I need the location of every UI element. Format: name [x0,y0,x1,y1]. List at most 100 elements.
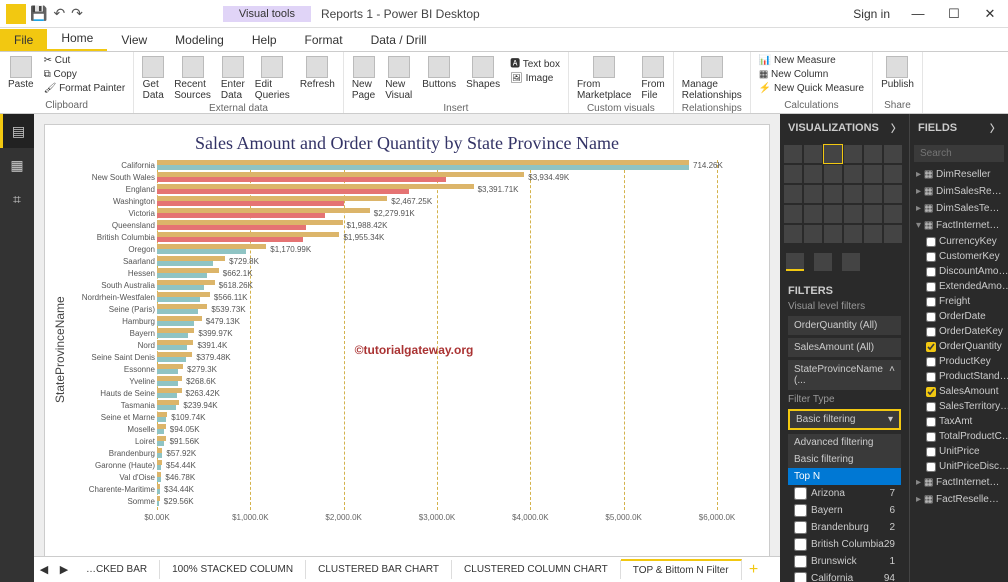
bar-row[interactable]: Seine Saint Denis$379.48K [157,352,751,363]
viz-type-icon[interactable] [864,145,882,163]
bar-row[interactable]: British Columbia$1,955.34K [157,232,751,243]
new-page-button[interactable]: New Page [350,54,377,103]
add-page-button[interactable]: + [742,561,766,579]
filter-value-checkbox[interactable] [794,521,807,534]
field-checkbox[interactable] [926,417,936,427]
field-item[interactable]: OrderDate [910,309,1008,324]
text-box-button[interactable]: 🅰 Text box [508,54,562,71]
tab-prev[interactable]: ◀ [34,563,54,576]
field-item[interactable]: TaxAmt [910,414,1008,429]
option-basic-filtering[interactable]: Basic filtering [788,451,901,468]
refresh-button[interactable]: Refresh [298,54,337,92]
viz-type-icon[interactable] [864,185,882,203]
filter-value-checkbox[interactable] [794,538,807,551]
viz-type-icon[interactable] [864,205,882,223]
table-item[interactable]: ▦ DimSalesTerritory [910,200,1008,217]
get-data-button[interactable]: Get Data [140,54,166,103]
tab-data-drill[interactable]: Data / Drill [357,29,441,51]
field-checkbox[interactable] [926,387,936,397]
option-advanced-filtering[interactable]: Advanced filtering [788,434,901,451]
bar-row[interactable]: Seine et Marne$109.74K [157,412,751,423]
field-item[interactable]: SalesTerritory… [910,399,1008,414]
bar-row[interactable]: Brandenburg$57.92K [157,448,751,459]
from-file-button[interactable]: From File [639,54,666,103]
filter-value-row[interactable]: California94 [788,570,901,582]
viz-type-icon[interactable] [884,225,902,243]
tab-modeling[interactable]: Modeling [161,29,238,51]
table-item[interactable]: ▦ DimReseller [910,166,1008,183]
filter-value-checkbox[interactable] [794,572,807,582]
filter-value-checkbox[interactable] [794,487,807,500]
copy-button[interactable]: ⧉ Copy [42,68,128,81]
viz-type-icon[interactable] [824,165,842,183]
paste-button[interactable]: Paste [6,54,36,92]
bar-row[interactable]: New South Wales$3,934.49K [157,172,751,183]
bar-row[interactable]: Seine (Paris)$539.73K [157,304,751,315]
viz-type-icon[interactable] [824,145,842,163]
filter-value-row[interactable]: Arizona7 [788,485,901,502]
tab-view[interactable]: View [107,29,161,51]
filter-salesamount[interactable]: SalesAmount (All) [788,338,901,357]
save-icon[interactable]: 💾 [30,5,47,22]
field-checkbox[interactable] [926,462,936,472]
bar-row[interactable]: Hauts de Seine$263.42K [157,388,751,399]
format-painter-button[interactable]: 🖌 Format Painter [42,82,128,95]
viz-type-icon[interactable] [844,185,862,203]
field-item[interactable]: CustomerKey [910,249,1008,264]
bar-row[interactable]: Essonne$279.3K [157,364,751,375]
bar-row[interactable]: California714.26K [157,160,751,171]
table-item[interactable]: ▦ FactInternetSalesRe… [910,474,1008,491]
viz-type-icon[interactable] [824,185,842,203]
bar-row[interactable]: Queensland$1,988.42K [157,220,751,231]
viz-type-icon[interactable] [884,205,902,223]
viz-type-icon[interactable] [884,145,902,163]
bar-row[interactable]: England$3,391.71K [157,184,751,195]
page-tab[interactable]: 100% STACKED COLUMN [160,560,306,579]
tab-next[interactable]: ▶ [54,563,74,576]
model-view-icon[interactable]: ⌗ [0,182,34,216]
field-checkbox[interactable] [926,237,936,247]
viz-type-icon[interactable] [784,165,802,183]
field-checkbox[interactable] [926,447,936,457]
field-item[interactable]: OrderDateKey [910,324,1008,339]
viz-type-icon[interactable] [804,225,822,243]
shapes-button[interactable]: Shapes [464,54,502,92]
new-column-button[interactable]: ▦ New Column [757,68,866,81]
field-item[interactable]: ProductKey [910,354,1008,369]
from-marketplace-button[interactable]: From Marketplace [575,54,633,103]
bar-row[interactable]: Bayern$399.97K [157,328,751,339]
field-checkbox[interactable] [926,357,936,367]
viz-type-icon[interactable] [844,225,862,243]
viz-type-icon[interactable] [784,145,802,163]
table-item[interactable]: ▦ DimSalesReason [910,183,1008,200]
field-checkbox[interactable] [926,312,936,322]
report-canvas[interactable]: Sales Amount and Order Quantity by State… [34,114,780,582]
viz-type-icon[interactable] [844,205,862,223]
table-item[interactable]: ▦ FactResellerSales [910,491,1008,508]
viz-type-icon[interactable] [804,205,822,223]
analytics-well-icon[interactable] [842,253,860,271]
bar-row[interactable]: Loiret$91.56K [157,436,751,447]
option-top-n[interactable]: Top N [788,468,901,485]
viz-type-icon[interactable] [784,185,802,203]
bar-row[interactable]: Hamburg$479.13K [157,316,751,327]
filter-stateprovincename[interactable]: StateProvinceName (...˄ [788,360,901,390]
tab-help[interactable]: Help [238,29,291,51]
fields-well-icon[interactable] [786,253,804,271]
filter-value-row[interactable]: Brunswick1 [788,553,901,570]
bar-row[interactable]: Nord$391.4K [157,340,751,351]
field-checkbox[interactable] [926,282,936,292]
filter-value-checkbox[interactable] [794,555,807,568]
field-item[interactable]: Freight [910,294,1008,309]
field-item[interactable]: CurrencyKey [910,234,1008,249]
field-item[interactable]: UnitPrice [910,444,1008,459]
page-tab[interactable]: CLUSTERED COLUMN CHART [452,560,621,579]
bar-row[interactable]: Saarland$729.8K [157,256,751,267]
undo-icon[interactable]: ↶ [53,5,65,22]
filter-orderquantity[interactable]: OrderQuantity (All) [788,316,901,335]
field-item[interactable]: ProductStand… [910,369,1008,384]
field-item[interactable]: OrderQuantity [910,339,1008,354]
viz-type-icon[interactable] [844,165,862,183]
field-checkbox[interactable] [926,252,936,262]
redo-icon[interactable]: ↷ [71,5,83,22]
